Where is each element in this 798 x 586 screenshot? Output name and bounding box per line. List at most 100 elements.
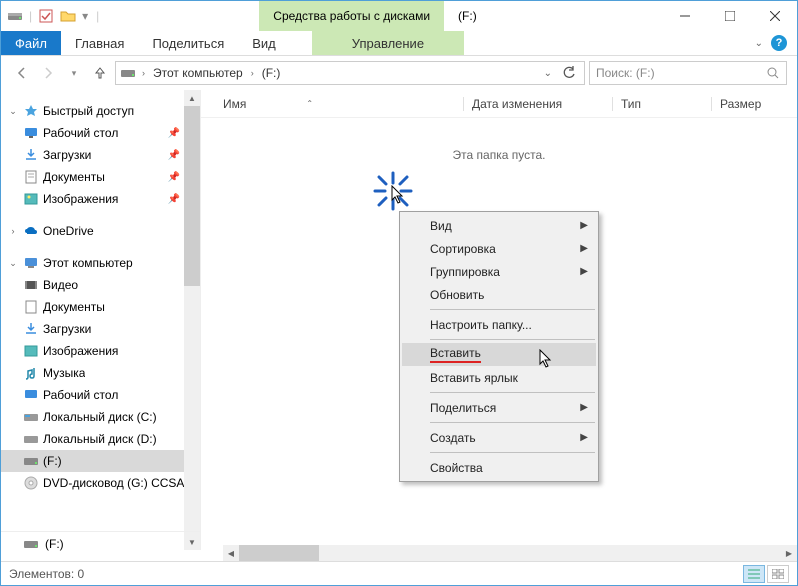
title-bar: | ▾ | Средства работы с дисками (F:) xyxy=(1,1,797,31)
sidebar-pictures[interactable]: Изображения📌 xyxy=(1,188,200,210)
picture-icon xyxy=(23,191,39,207)
tab-home[interactable]: Главная xyxy=(61,31,138,55)
refresh-icon[interactable] xyxy=(558,66,580,80)
content-hscroll[interactable]: ◀ ▶ xyxy=(223,545,797,561)
context-menu: Вид▶ Сортировка▶ Группировка▶ Обновить Н… xyxy=(399,211,599,482)
document-icon xyxy=(23,169,39,185)
video-icon xyxy=(23,277,39,293)
cloud-icon xyxy=(23,223,39,239)
tab-view[interactable]: Вид xyxy=(238,31,290,55)
view-thumbnails-button[interactable] xyxy=(767,565,789,583)
chevron-right-icon: ▶ xyxy=(580,432,588,443)
view-details-button[interactable] xyxy=(743,565,765,583)
sidebar-footer-drive[interactable]: (F:) xyxy=(1,531,201,555)
sidebar-footer-label: (F:) xyxy=(45,537,64,551)
scroll-thumb[interactable] xyxy=(239,545,319,561)
chevron-right-icon[interactable]: › xyxy=(249,68,256,78)
address-input[interactable]: › Этот компьютер › (F:) ⌄ xyxy=(115,61,585,85)
drive-icon xyxy=(23,453,39,469)
sidebar-dvd[interactable]: DVD-дисковод (G:) CCSA_X xyxy=(1,472,200,494)
up-button[interactable] xyxy=(89,62,111,84)
sidebar-pictures2[interactable]: Изображения xyxy=(1,340,200,362)
ctx-share[interactable]: Поделиться▶ xyxy=(402,396,596,419)
tab-share[interactable]: Поделиться xyxy=(138,31,238,55)
empty-folder-text: Эта папка пуста. xyxy=(201,118,797,162)
tab-manage[interactable]: Управление xyxy=(312,31,464,55)
pin-icon: 📌 xyxy=(168,172,180,183)
music-icon xyxy=(23,365,39,381)
chevron-right-icon: ▶ xyxy=(580,402,588,413)
ctx-new[interactable]: Создать▶ xyxy=(402,426,596,449)
column-type[interactable]: Тип xyxy=(621,97,711,111)
minimize-button[interactable] xyxy=(662,2,707,30)
sidebar-drive-f[interactable]: (F:) xyxy=(1,450,200,472)
column-size[interactable]: Размер xyxy=(720,97,781,111)
breadcrumb-thispc[interactable]: Этот компьютер xyxy=(151,64,245,82)
sidebar-quick-access[interactable]: ⌄Быстрый доступ xyxy=(1,100,200,122)
sidebar-onedrive[interactable]: ›OneDrive xyxy=(1,220,200,242)
scroll-right-icon[interactable]: ▶ xyxy=(781,545,797,561)
chevron-right-icon: ▶ xyxy=(580,220,588,231)
qat-separator: | xyxy=(29,9,32,23)
computer-icon xyxy=(23,255,39,271)
ctx-customize[interactable]: Настроить папку... xyxy=(402,313,596,336)
scroll-left-icon[interactable]: ◀ xyxy=(223,545,239,561)
qat-separator: | xyxy=(96,9,99,23)
maximize-button[interactable] xyxy=(707,2,752,30)
contextual-tab-label: Средства работы с дисками xyxy=(259,1,444,31)
star-icon xyxy=(23,103,39,119)
sidebar-videos[interactable]: Видео xyxy=(1,274,200,296)
ribbon-expand-icon[interactable]: ⌄ xyxy=(755,38,763,49)
ctx-properties[interactable]: Свойства xyxy=(402,456,596,479)
ctx-paste[interactable]: Вставить xyxy=(402,343,596,366)
sidebar-scrollbar[interactable]: ▲ ▼ xyxy=(184,90,200,550)
sort-indicator-icon: ⌃ xyxy=(306,99,313,108)
back-button[interactable] xyxy=(11,62,33,84)
ctx-paste-shortcut[interactable]: Вставить ярлык xyxy=(402,366,596,389)
pin-icon: 📌 xyxy=(168,194,180,205)
forward-button[interactable] xyxy=(37,62,59,84)
sidebar-downloads[interactable]: Загрузки📌 xyxy=(1,144,200,166)
sidebar-desktop[interactable]: Рабочий стол📌 xyxy=(1,122,200,144)
download-icon xyxy=(23,321,39,337)
folder-icon[interactable] xyxy=(60,8,76,24)
chevron-right-icon: ▶ xyxy=(580,266,588,277)
column-date[interactable]: Дата изменения xyxy=(472,97,612,111)
tab-file[interactable]: Файл xyxy=(1,31,61,55)
download-icon xyxy=(23,147,39,163)
ribbon: Файл Главная Поделиться Вид Управление ⌄… xyxy=(1,31,797,56)
search-icon[interactable] xyxy=(766,66,780,80)
ctx-view[interactable]: Вид▶ xyxy=(402,214,596,237)
sidebar-desktop2[interactable]: Рабочий стол xyxy=(1,384,200,406)
column-name[interactable]: Имя⌃ xyxy=(223,97,463,111)
sidebar-documents2[interactable]: Документы xyxy=(1,296,200,318)
drive-icon xyxy=(23,409,39,425)
sidebar-thispc[interactable]: ⌄Этот компьютер xyxy=(1,252,200,274)
sidebar-local-c[interactable]: Локальный диск (C:) xyxy=(1,406,200,428)
sidebar-documents[interactable]: Документы📌 xyxy=(1,166,200,188)
sidebar-downloads2[interactable]: Загрузки xyxy=(1,318,200,340)
navigation-pane: ⌄Быстрый доступ Рабочий стол📌 Загрузки📌 … xyxy=(1,90,201,550)
help-icon[interactable]: ? xyxy=(771,35,787,51)
dvd-icon xyxy=(23,475,39,491)
sidebar-local-d[interactable]: Локальный диск (D:) xyxy=(1,428,200,450)
ctx-group[interactable]: Группировка▶ xyxy=(402,260,596,283)
qat-dropdown-icon[interactable]: ▾ xyxy=(82,9,88,23)
pin-icon: 📌 xyxy=(168,150,180,161)
address-dropdown-icon[interactable]: ⌄ xyxy=(540,68,556,79)
scroll-thumb[interactable] xyxy=(184,106,200,286)
sidebar-music[interactable]: Музыка xyxy=(1,362,200,384)
checkbox-icon[interactable] xyxy=(38,8,54,24)
scroll-up-icon[interactable]: ▲ xyxy=(184,90,200,106)
search-input[interactable]: Поиск: (F:) xyxy=(589,61,787,85)
ctx-sort[interactable]: Сортировка▶ xyxy=(402,237,596,260)
close-button[interactable] xyxy=(752,2,797,30)
document-icon xyxy=(23,299,39,315)
desktop-icon xyxy=(23,387,39,403)
status-elements: Элементов: 0 xyxy=(9,567,84,581)
ctx-refresh[interactable]: Обновить xyxy=(402,283,596,306)
breadcrumb-f[interactable]: (F:) xyxy=(260,64,283,82)
search-placeholder: Поиск: (F:) xyxy=(596,66,655,80)
recent-dropdown-icon[interactable]: ▾ xyxy=(63,62,85,84)
chevron-right-icon[interactable]: › xyxy=(140,68,147,78)
